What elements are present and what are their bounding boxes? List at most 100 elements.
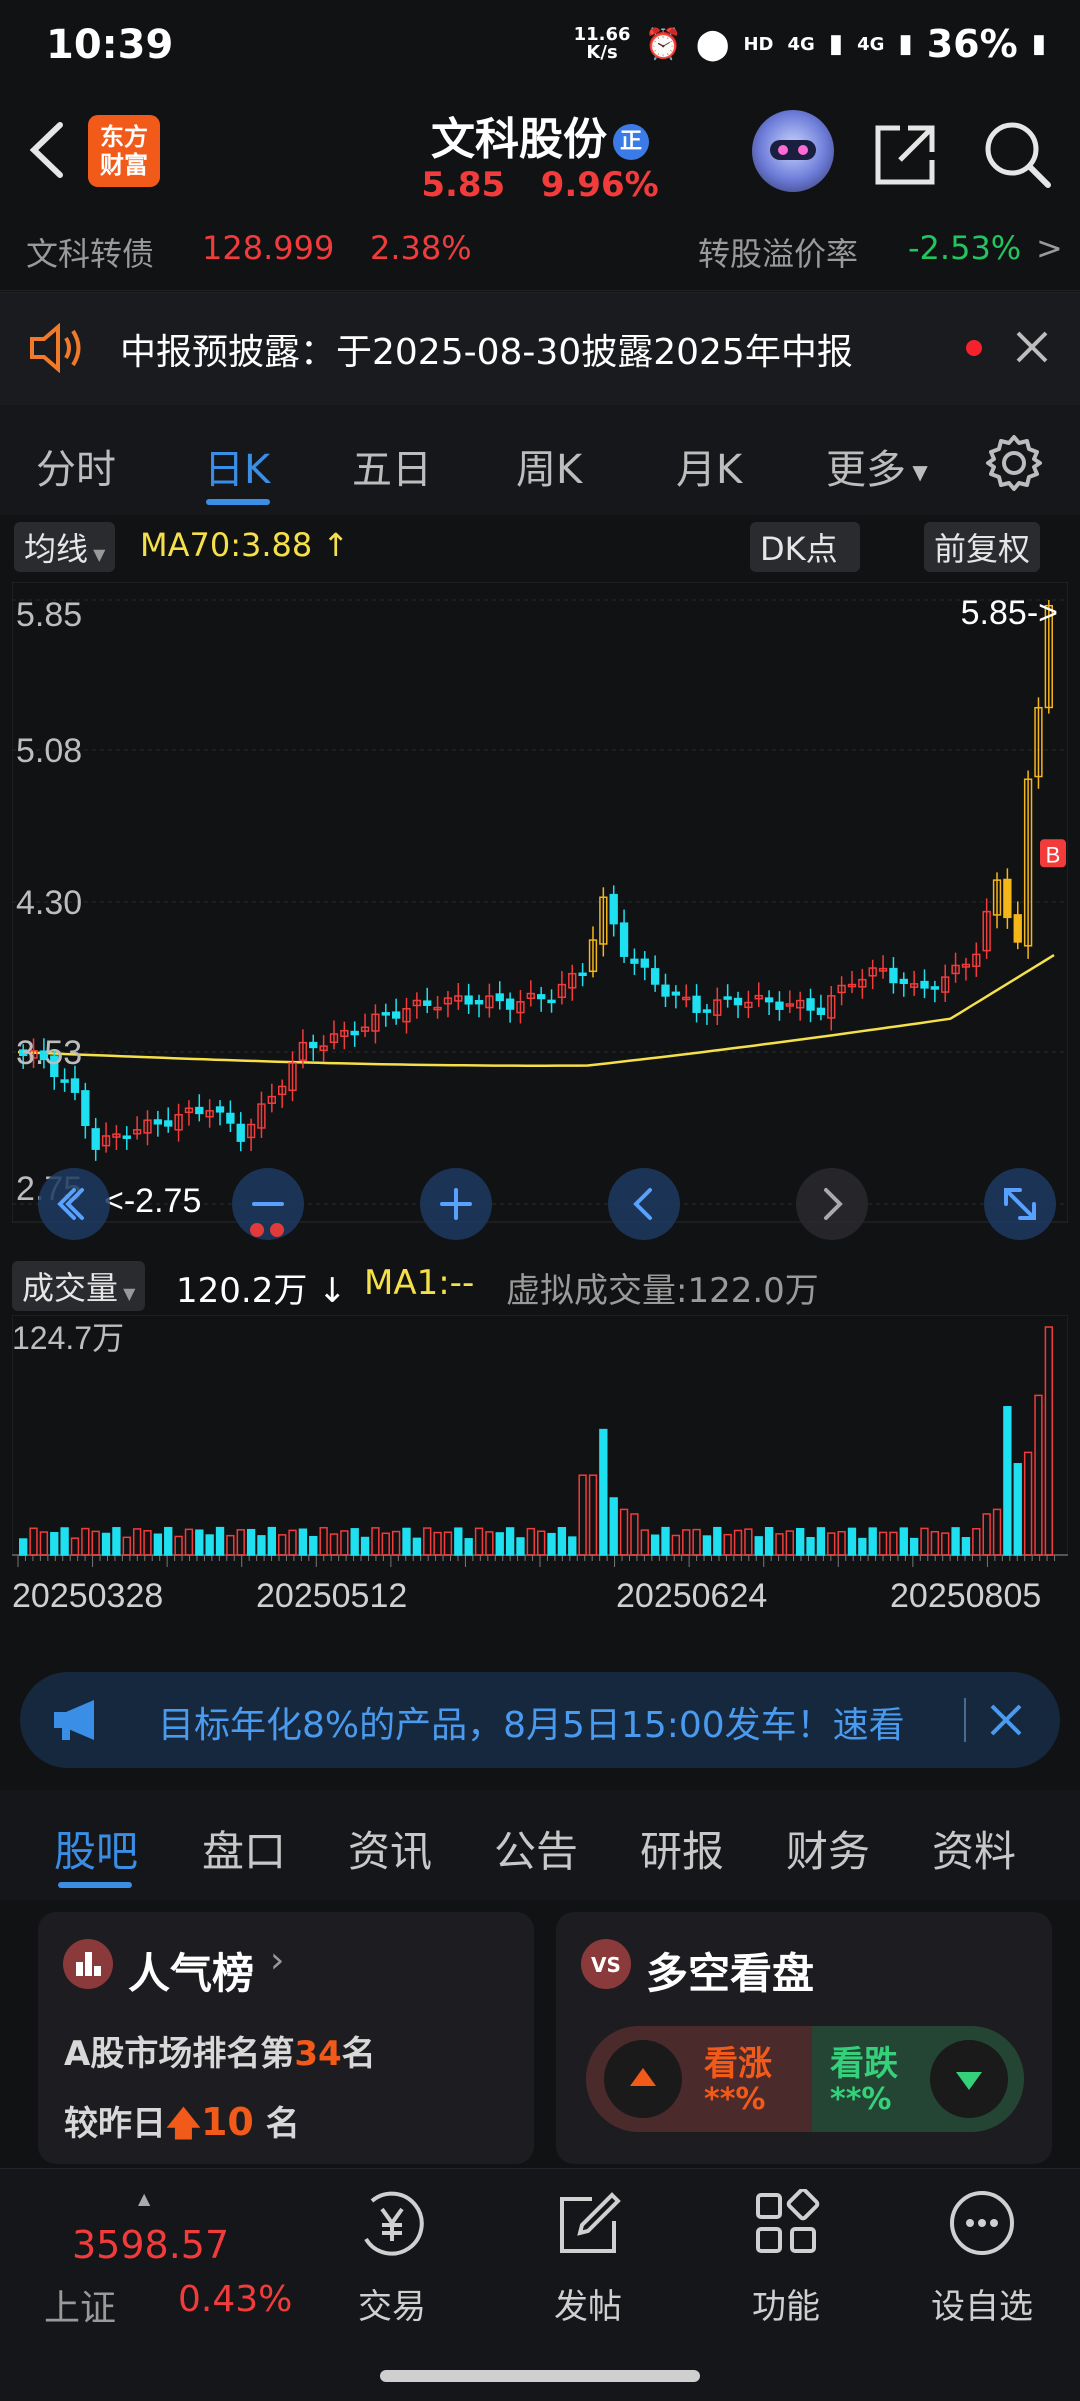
bear-button[interactable]: 看跌 **% bbox=[812, 2026, 1024, 2132]
nav-add-watchlist[interactable]: 设自选 bbox=[912, 2181, 1052, 2341]
volume-selector-label: 成交量 bbox=[22, 1269, 119, 1307]
volume-bar bbox=[951, 1527, 960, 1556]
volume-bar bbox=[381, 1532, 390, 1556]
candle-body bbox=[1003, 878, 1012, 919]
bull-button[interactable]: 看涨 **% bbox=[586, 2026, 812, 2132]
tab-daily-k[interactable]: 日K bbox=[204, 437, 270, 495]
tab-weekly-k[interactable]: 周K bbox=[516, 437, 582, 495]
pan-left-icon[interactable] bbox=[608, 1168, 680, 1240]
bear-label: 看跌 bbox=[830, 2044, 898, 2084]
market-rank: A股市场排名第34名 bbox=[64, 2026, 376, 2075]
forward-adjust-button[interactable]: 前复权 bbox=[924, 522, 1041, 572]
date-label: 20250805 bbox=[890, 1577, 1041, 1615]
volume-bar bbox=[702, 1535, 712, 1556]
nav-functions[interactable]: 功能 bbox=[716, 2181, 856, 2341]
candle-body bbox=[816, 1007, 826, 1015]
volume-bar bbox=[992, 1508, 1002, 1556]
volume-bar bbox=[412, 1537, 422, 1556]
volume-bar bbox=[122, 1536, 131, 1556]
more-circle-icon bbox=[950, 2191, 1014, 2255]
candle-body bbox=[226, 1112, 235, 1124]
volume-bar bbox=[360, 1536, 370, 1556]
candle-body bbox=[81, 1090, 90, 1127]
volume-bar bbox=[806, 1537, 815, 1556]
volume-arrow: ↓ bbox=[318, 1271, 347, 1311]
signal-icon-2: ▮ bbox=[898, 29, 913, 59]
volume-selector[interactable]: 成交量 ▼ bbox=[12, 1261, 146, 1311]
candle-body bbox=[537, 994, 546, 1000]
volume-bar bbox=[671, 1534, 681, 1556]
tab-intraday[interactable]: 分时 bbox=[36, 437, 116, 495]
tab-forum[interactable]: 股吧 bbox=[54, 1818, 138, 1879]
volume-bar bbox=[474, 1527, 484, 1556]
search-icon[interactable] bbox=[980, 117, 1054, 191]
volume-bar bbox=[226, 1534, 235, 1556]
tab-more[interactable]: 更多 ▼ bbox=[826, 437, 928, 495]
candle-body bbox=[619, 922, 629, 957]
promo-banner[interactable]: 目标年化8%的产品，8月5日15:00发车！速看 bbox=[20, 1672, 1060, 1768]
volume-bar bbox=[391, 1530, 401, 1556]
close-icon[interactable] bbox=[1012, 327, 1052, 367]
convertible-bond-row[interactable]: 文科转债 128.999 2.38% 转股溢价率 -2.53% > bbox=[0, 225, 1080, 291]
bull-bear-switch: 看涨 **% 看跌 **% bbox=[586, 2026, 1024, 2132]
candle-body bbox=[547, 999, 556, 1004]
candle-body bbox=[474, 999, 484, 1005]
zoom-in-icon[interactable] bbox=[420, 1168, 492, 1240]
dk-point-button[interactable]: DK点 bbox=[750, 522, 860, 572]
candle-body bbox=[122, 1135, 131, 1139]
tab-monthly-k[interactable]: 月K bbox=[676, 437, 742, 495]
tab-market-depth[interactable]: 盘口 bbox=[202, 1818, 286, 1879]
candle-body bbox=[153, 1119, 163, 1125]
period-tabs: 分时 日K 五日 周K 月K 更多 ▼ bbox=[0, 405, 1080, 515]
volume-value-text: 120.2万 bbox=[176, 1271, 308, 1311]
sentiment-title: 多空看盘 bbox=[646, 1949, 815, 1998]
ma70-arrow: ↑ bbox=[322, 526, 350, 564]
volume-bar bbox=[816, 1527, 826, 1556]
premium-value: -2.53% bbox=[908, 229, 1022, 267]
home-indicator[interactable] bbox=[380, 2370, 700, 2382]
close-icon[interactable] bbox=[986, 1700, 1026, 1740]
volume-bar bbox=[267, 1526, 276, 1556]
earnings-notice-bar[interactable]: 中报预披露：于2025-08-30披露2025年中报 bbox=[0, 292, 1080, 406]
unread-dot bbox=[966, 340, 982, 356]
volume-bar bbox=[692, 1528, 701, 1556]
battery-icon: ▮ bbox=[1031, 29, 1046, 59]
buy-marker-label: B bbox=[1046, 842, 1061, 867]
location-icon: ⬤ bbox=[695, 26, 730, 62]
stock-name: 文科股份 bbox=[431, 114, 607, 165]
volume-bar bbox=[443, 1531, 453, 1556]
pan-right-icon[interactable] bbox=[796, 1168, 868, 1240]
ai-assistant-avatar[interactable] bbox=[752, 110, 834, 192]
ma70-path bbox=[17, 954, 1055, 1067]
candle-body bbox=[930, 986, 940, 990]
nav-post[interactable]: 发帖 bbox=[518, 2181, 658, 2341]
settings-gear-icon[interactable] bbox=[984, 433, 1044, 493]
bottom-navigation: ▲ 3598.57 上证 0.43% 交易 发帖 功能 设自选 bbox=[0, 2168, 1080, 2401]
tab-news[interactable]: 资讯 bbox=[348, 1818, 432, 1879]
candlestick-chart[interactable]: 5.855.084.303.532.75 5.85-><-2.75B bbox=[12, 582, 1068, 1252]
rank-change: 较昨日🡅10 名 bbox=[64, 2096, 300, 2157]
popularity-card[interactable]: 人气榜 › A股市场排名第34名 较昨日🡅10 名 bbox=[38, 1912, 534, 2164]
candle-body bbox=[640, 958, 649, 968]
index-quote[interactable]: ▲ 3598.57 上证 0.43% bbox=[30, 2189, 292, 2339]
volume-bar bbox=[257, 1535, 266, 1556]
volume-bar bbox=[246, 1528, 256, 1556]
scroll-start-icon[interactable] bbox=[38, 1168, 110, 1240]
volume-bar bbox=[454, 1527, 463, 1556]
tab-profile[interactable]: 资料 bbox=[932, 1818, 1016, 1879]
candle-body bbox=[423, 1000, 432, 1006]
volume-bar bbox=[60, 1527, 69, 1556]
volume-chart[interactable]: 124.7万 20250328 20250512 20250624 20250805 bbox=[12, 1315, 1068, 1650]
tab-five-day[interactable]: 五日 bbox=[352, 437, 432, 495]
nav-trade[interactable]: 交易 bbox=[322, 2181, 462, 2341]
tab-announcements[interactable]: 公告 bbox=[494, 1818, 578, 1879]
ma-selector[interactable]: 均线 ▼ bbox=[14, 522, 116, 572]
rank-change-value: 10 bbox=[200, 2100, 254, 2144]
share-icon[interactable] bbox=[870, 120, 940, 190]
tab-financials[interactable]: 财务 bbox=[786, 1818, 870, 1879]
tab-research[interactable]: 研报 bbox=[640, 1818, 724, 1879]
bond-price: 128.999 bbox=[202, 229, 335, 267]
fullscreen-icon[interactable] bbox=[984, 1168, 1056, 1240]
volume-bar bbox=[568, 1536, 577, 1556]
zoom-out-icon[interactable] bbox=[232, 1168, 304, 1240]
